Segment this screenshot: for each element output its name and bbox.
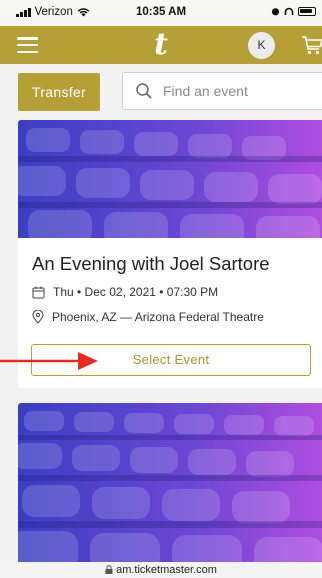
status-icons [271, 7, 316, 16]
event-image [18, 120, 322, 238]
location-pin-icon [32, 310, 44, 324]
event-title[interactable]: An Evening with Joel Sartore [32, 253, 270, 275]
search-input[interactable] [163, 79, 322, 103]
app-header: t K [0, 26, 322, 64]
action-bar: Transfer [0, 64, 322, 120]
search-box[interactable] [122, 72, 322, 110]
event-image [18, 403, 322, 578]
battery-icon [298, 7, 316, 16]
event-date: Thu • Dec 02, 2021 • 07:30 PM [53, 285, 219, 299]
transfer-button[interactable]: Transfer [18, 73, 100, 111]
cart-icon[interactable] [301, 34, 322, 56]
search-icon [136, 83, 152, 99]
annotation-arrow-icon [0, 352, 98, 370]
calendar-icon [32, 286, 45, 298]
headphones-icon [284, 7, 294, 15]
lock-icon [105, 565, 113, 574]
event-card[interactable]: An Evening with Joel Sartore Thu • Dec 0… [18, 120, 322, 388]
event-venue-row: Phoenix, AZ — Arizona Federal Theatre [32, 310, 264, 324]
status-bar: Verizon 10:35 AM [0, 0, 322, 26]
event-date-row: Thu • Dec 02, 2021 • 07:30 PM [32, 285, 218, 299]
url-text: am.ticketmaster.com [116, 564, 217, 576]
avatar[interactable]: K [248, 32, 275, 59]
event-venue: Phoenix, AZ — Arizona Federal Theatre [52, 310, 264, 324]
alarm-icon [271, 8, 280, 16]
event-card[interactable] [18, 403, 322, 578]
browser-url-bar[interactable]: am.ticketmaster.com [0, 562, 322, 578]
